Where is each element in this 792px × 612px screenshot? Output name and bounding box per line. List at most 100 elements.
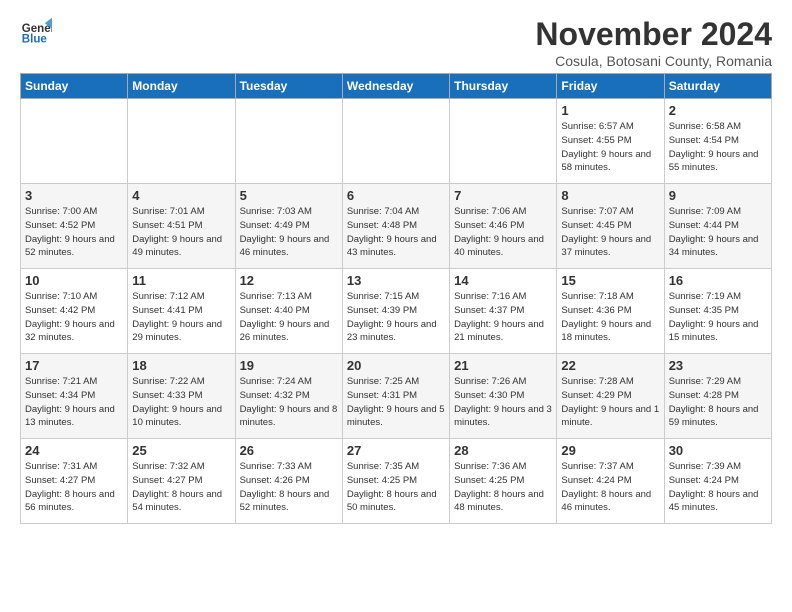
cell-text: Sunrise: 7:21 AM Sunset: 4:34 PM Dayligh… xyxy=(25,375,123,430)
day-number: 21 xyxy=(454,358,552,373)
cell-text: Sunrise: 7:00 AM Sunset: 4:52 PM Dayligh… xyxy=(25,205,123,260)
day-number: 28 xyxy=(454,443,552,458)
col-thursday: Thursday xyxy=(450,74,557,99)
calendar-cell: 24Sunrise: 7:31 AM Sunset: 4:27 PM Dayli… xyxy=(21,439,128,524)
col-monday: Monday xyxy=(128,74,235,99)
cell-text: Sunrise: 7:03 AM Sunset: 4:49 PM Dayligh… xyxy=(240,205,338,260)
calendar-week-1: 3 Sunrise: 7:00 AM Sunset: 4:52 PM Daylig… xyxy=(21,184,772,269)
calendar-cell: 13Sunrise: 7:15 AM Sunset: 4:39 PM Dayli… xyxy=(342,269,449,354)
svg-text:Blue: Blue xyxy=(22,34,48,46)
calendar-cell: 11Sunrise: 7:12 AM Sunset: 4:41 PM Dayli… xyxy=(128,269,235,354)
calendar-cell xyxy=(128,99,235,184)
day-number: 7 xyxy=(454,188,552,203)
calendar-cell: 14 Sunrise: 7:16 AM Sunset: 4:37 PM Dayli… xyxy=(450,269,557,354)
calendar-cell: 22 Sunrise: 7:28 AM Sunset: 4:29 PM Dayli… xyxy=(557,354,664,439)
cell-text: Sunrise: 7:13 AM Sunset: 4:40 PM Dayligh… xyxy=(240,290,338,345)
calendar-cell: 7 Sunrise: 7:06 AM Sunset: 4:46 PM Daylig… xyxy=(450,184,557,269)
cell-text: Sunrise: 7:22 AM Sunset: 4:33 PM Dayligh… xyxy=(132,375,230,430)
day-number: 25 xyxy=(132,443,230,458)
cell-text: Sunrise: 6:58 AM Sunset: 4:54 PM Dayligh… xyxy=(669,120,767,175)
col-wednesday: Wednesday xyxy=(342,74,449,99)
calendar-cell: 4Sunrise: 7:01 AM Sunset: 4:51 PM Daylig… xyxy=(128,184,235,269)
calendar-cell: 20 Sunrise: 7:25 AM Sunset: 4:31 PM Dayli… xyxy=(342,354,449,439)
cell-text: Sunrise: 7:06 AM Sunset: 4:46 PM Dayligh… xyxy=(454,205,552,260)
day-number: 30 xyxy=(669,443,767,458)
day-number: 27 xyxy=(347,443,445,458)
cell-text: Sunrise: 7:09 AM Sunset: 4:44 PM Dayligh… xyxy=(669,205,767,260)
day-number: 18 xyxy=(132,358,230,373)
col-sunday: Sunday xyxy=(21,74,128,99)
day-number: 20 xyxy=(347,358,445,373)
cell-text: Sunrise: 7:16 AM Sunset: 4:37 PM Dayligh… xyxy=(454,290,552,345)
calendar-cell: 18 Sunrise: 7:22 AM Sunset: 4:33 PM Dayli… xyxy=(128,354,235,439)
cell-text: Sunrise: 7:04 AM Sunset: 4:48 PM Dayligh… xyxy=(347,205,445,260)
calendar-cell: 3 Sunrise: 7:00 AM Sunset: 4:52 PM Daylig… xyxy=(21,184,128,269)
calendar-table: Sunday Monday Tuesday Wednesday Thursday… xyxy=(20,73,772,524)
cell-text: Sunrise: 7:32 AM Sunset: 4:27 PM Dayligh… xyxy=(132,460,230,515)
cell-text: Sunrise: 7:35 AM Sunset: 4:25 PM Dayligh… xyxy=(347,460,445,515)
cell-text: Sunrise: 7:25 AM Sunset: 4:31 PM Dayligh… xyxy=(347,375,445,430)
day-number: 6 xyxy=(347,188,445,203)
calendar-cell xyxy=(450,99,557,184)
calendar-cell xyxy=(21,99,128,184)
calendar-cell: 5 Sunrise: 7:03 AM Sunset: 4:49 PM Daylig… xyxy=(235,184,342,269)
day-number: 16 xyxy=(669,273,767,288)
calendar-cell: 6 Sunrise: 7:04 AM Sunset: 4:48 PM Daylig… xyxy=(342,184,449,269)
calendar-week-0: 1 Sunrise: 6:57 AM Sunset: 4:55 PM Daylig… xyxy=(21,99,772,184)
day-number: 5 xyxy=(240,188,338,203)
day-number: 15 xyxy=(561,273,659,288)
day-number: 12 xyxy=(240,273,338,288)
calendar-cell: 2 Sunrise: 6:58 AM Sunset: 4:54 PM Daylig… xyxy=(664,99,771,184)
calendar-cell: 27 Sunrise: 7:35 AM Sunset: 4:25 PM Dayli… xyxy=(342,439,449,524)
col-friday: Friday xyxy=(557,74,664,99)
title-block: November 2024 Cosula, Botosani County, R… xyxy=(535,16,772,69)
calendar-cell: 16 Sunrise: 7:19 AM Sunset: 4:35 PM Dayli… xyxy=(664,269,771,354)
day-number: 10 xyxy=(25,273,123,288)
day-number: 19 xyxy=(240,358,338,373)
cell-text: Sunrise: 7:37 AM Sunset: 4:24 PM Dayligh… xyxy=(561,460,659,515)
main-title: November 2024 xyxy=(535,16,772,53)
calendar-cell xyxy=(235,99,342,184)
cell-text: Sunrise: 6:57 AM Sunset: 4:55 PM Dayligh… xyxy=(561,120,659,175)
calendar-cell: 8Sunrise: 7:07 AM Sunset: 4:45 PM Daylig… xyxy=(557,184,664,269)
header: General Blue November 2024 Cosula, Botos… xyxy=(20,16,772,69)
day-number: 2 xyxy=(669,103,767,118)
cell-text: Sunrise: 7:28 AM Sunset: 4:29 PM Dayligh… xyxy=(561,375,659,430)
logo: General Blue xyxy=(20,16,52,48)
day-number: 1 xyxy=(561,103,659,118)
day-number: 22 xyxy=(561,358,659,373)
calendar-cell: 29Sunrise: 7:37 AM Sunset: 4:24 PM Dayli… xyxy=(557,439,664,524)
calendar-cell xyxy=(342,99,449,184)
calendar-week-3: 17Sunrise: 7:21 AM Sunset: 4:34 PM Dayli… xyxy=(21,354,772,439)
day-number: 11 xyxy=(132,273,230,288)
calendar-cell: 26 Sunrise: 7:33 AM Sunset: 4:26 PM Dayli… xyxy=(235,439,342,524)
cell-text: Sunrise: 7:31 AM Sunset: 4:27 PM Dayligh… xyxy=(25,460,123,515)
day-number: 4 xyxy=(132,188,230,203)
cell-text: Sunrise: 7:24 AM Sunset: 4:32 PM Dayligh… xyxy=(240,375,338,430)
day-number: 3 xyxy=(25,188,123,203)
page: General Blue November 2024 Cosula, Botos… xyxy=(0,0,792,540)
header-row: Sunday Monday Tuesday Wednesday Thursday… xyxy=(21,74,772,99)
cell-text: Sunrise: 7:19 AM Sunset: 4:35 PM Dayligh… xyxy=(669,290,767,345)
calendar-cell: 15Sunrise: 7:18 AM Sunset: 4:36 PM Dayli… xyxy=(557,269,664,354)
calendar-week-4: 24Sunrise: 7:31 AM Sunset: 4:27 PM Dayli… xyxy=(21,439,772,524)
cell-text: Sunrise: 7:29 AM Sunset: 4:28 PM Dayligh… xyxy=(669,375,767,430)
calendar-cell: 1 Sunrise: 6:57 AM Sunset: 4:55 PM Daylig… xyxy=(557,99,664,184)
calendar-week-2: 10 Sunrise: 7:10 AM Sunset: 4:42 PM Dayli… xyxy=(21,269,772,354)
calendar-cell: 21Sunrise: 7:26 AM Sunset: 4:30 PM Dayli… xyxy=(450,354,557,439)
day-number: 26 xyxy=(240,443,338,458)
logo-icon: General Blue xyxy=(20,16,52,48)
calendar-cell: 19 Sunrise: 7:24 AM Sunset: 4:32 PM Dayli… xyxy=(235,354,342,439)
day-number: 13 xyxy=(347,273,445,288)
calendar-cell: 10 Sunrise: 7:10 AM Sunset: 4:42 PM Dayli… xyxy=(21,269,128,354)
calendar-cell: 17Sunrise: 7:21 AM Sunset: 4:34 PM Dayli… xyxy=(21,354,128,439)
calendar-cell: 25 Sunrise: 7:32 AM Sunset: 4:27 PM Dayli… xyxy=(128,439,235,524)
subtitle: Cosula, Botosani County, Romania xyxy=(535,53,772,69)
day-number: 14 xyxy=(454,273,552,288)
calendar-cell: 12 Sunrise: 7:13 AM Sunset: 4:40 PM Dayli… xyxy=(235,269,342,354)
cell-text: Sunrise: 7:33 AM Sunset: 4:26 PM Dayligh… xyxy=(240,460,338,515)
day-number: 23 xyxy=(669,358,767,373)
cell-text: Sunrise: 7:10 AM Sunset: 4:42 PM Dayligh… xyxy=(25,290,123,345)
calendar-cell: 23 Sunrise: 7:29 AM Sunset: 4:28 PM Dayli… xyxy=(664,354,771,439)
calendar-cell: 28Sunrise: 7:36 AM Sunset: 4:25 PM Dayli… xyxy=(450,439,557,524)
